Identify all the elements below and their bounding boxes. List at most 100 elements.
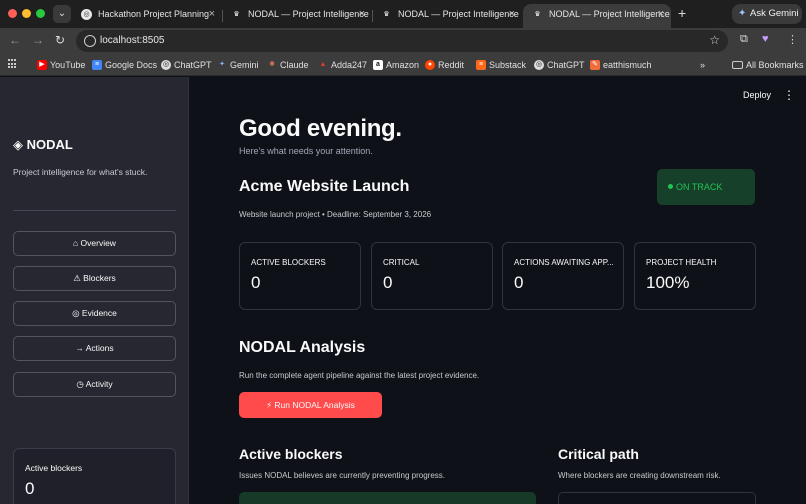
- app-viewport: ◈ NODAL Project intelligence for what's …: [0, 77, 806, 504]
- bookmark-adda247[interactable]: ▲ Adda247: [318, 54, 368, 76]
- bookmark-substack[interactable]: ≡ Substack: [476, 54, 526, 76]
- bookmark-label: Gemini: [230, 60, 259, 70]
- gemini-icon: ✦: [738, 8, 747, 19]
- kpi-card-actions-awaiting: ACTIONS AWAITING APP... 0: [502, 242, 624, 310]
- bookmark-label: All Bookmarks: [746, 60, 804, 70]
- back-arrow-icon[interactable]: ←: [9, 33, 21, 47]
- bookmark-google-docs[interactable]: ≡ Google Docs: [92, 54, 157, 76]
- adda-icon: ▲: [319, 61, 327, 68]
- sidebar-divider: [13, 210, 176, 211]
- page-title: Good evening.: [239, 115, 402, 142]
- active-blockers-title: Active blockers: [239, 446, 343, 462]
- browser-tab-bar: ⌄ ◎ Hackathon Project Planning × ♛ NODAL…: [0, 0, 806, 28]
- docs-icon: ≡: [92, 60, 102, 70]
- claude-icon: ✺: [269, 61, 275, 68]
- minimize-window-button[interactable]: [22, 9, 31, 18]
- status-label: ON TRACK: [676, 182, 723, 192]
- bookmark-star-icon[interactable]: ☆: [709, 33, 720, 47]
- more-bookmarks-chevron-icon[interactable]: »: [700, 54, 705, 76]
- ask-gemini-label: Ask Gemini: [750, 8, 799, 19]
- browser-menu-icon[interactable]: ⋮: [787, 33, 798, 46]
- page-subtitle: Here's what needs your attention.: [239, 146, 373, 156]
- browser-tab[interactable]: ♛ NODAL — Project Intelligence ×: [222, 4, 372, 28]
- brand-name: NODAL: [26, 137, 73, 152]
- all-bookmarks-folder[interactable]: All Bookmarks: [732, 54, 804, 76]
- chatgpt-icon: ◎: [161, 60, 171, 70]
- metric-value: 0: [25, 479, 35, 498]
- kpi-value: 0: [251, 273, 261, 292]
- site-info-icon[interactable]: [84, 35, 96, 47]
- bookmark-gemini[interactable]: ✦ Gemini: [217, 54, 259, 76]
- brand-logo: ◈ NODAL: [13, 137, 73, 153]
- amazon-icon: a: [373, 60, 383, 70]
- sidebar-item-evidence[interactable]: ◎ Evidence: [13, 301, 176, 326]
- kpi-value: 0: [514, 273, 524, 292]
- tab-search-button[interactable]: ⌄: [53, 5, 71, 23]
- bookmark-claude[interactable]: ✺ Claude: [267, 54, 309, 76]
- browser-tab[interactable]: ♛ NODAL — Project Intelligence ×: [372, 4, 522, 28]
- browser-toolbar: ← → ↻ localhost:8505 ☆ ⧉ ♥ ⋮: [0, 28, 806, 54]
- kpi-card-project-health: PROJECT HEALTH 100%: [634, 242, 756, 310]
- close-tab-icon[interactable]: ×: [359, 4, 365, 24]
- diamond-icon: ◈: [13, 137, 23, 152]
- bookmark-label: ChatGPT: [547, 60, 585, 70]
- bookmark-amazon[interactable]: a Amazon: [373, 54, 419, 76]
- tab-title: NODAL — Project Intelligence: [549, 9, 670, 19]
- sidebar-item-overview[interactable]: ⌂ Overview: [13, 231, 176, 256]
- crown-icon: ♛: [233, 11, 240, 18]
- bookmark-chatgpt[interactable]: ◎ ChatGPT: [161, 54, 212, 76]
- forward-arrow-icon[interactable]: →: [32, 33, 44, 47]
- kpi-card-critical: CRITICAL 0: [371, 242, 493, 310]
- brand-tagline: Project intelligence for what's stuck.: [13, 167, 148, 177]
- reload-icon[interactable]: ↻: [55, 33, 65, 47]
- bookmark-label: eatthismuch: [603, 60, 652, 70]
- address-bar[interactable]: localhost:8505 ☆: [76, 30, 728, 52]
- kpi-label: CRITICAL: [383, 258, 420, 267]
- crown-icon: ♛: [534, 11, 541, 18]
- metric-label: Active blockers: [25, 463, 83, 473]
- browser-tab[interactable]: ◎ Hackathon Project Planning ×: [72, 4, 222, 28]
- tab-title: NODAL — Project Intelligence: [398, 9, 519, 19]
- bookmark-label: Amazon: [386, 60, 420, 70]
- ask-gemini-button[interactable]: ✦ Ask Gemini: [732, 4, 802, 24]
- critical-path-panel: [558, 492, 756, 504]
- new-tab-button[interactable]: +: [678, 5, 686, 21]
- status-dot-icon: [668, 184, 673, 190]
- extension-icon[interactable]: ⧉: [740, 33, 748, 46]
- chatgpt-icon: ◎: [81, 9, 92, 20]
- run-analysis-button[interactable]: ⚡ Run NODAL Analysis: [239, 392, 382, 418]
- bookmark-label: Google Docs: [105, 60, 158, 70]
- browser-tab-active[interactable]: ♛ NODAL — Project Intelligence ×: [523, 4, 671, 28]
- youtube-icon: ▶: [37, 60, 47, 70]
- bookmark-label: Reddit: [438, 60, 465, 70]
- critical-path-title: Critical path: [558, 446, 639, 462]
- bookmarks-bar: ▶ YouTube ≡ Google Docs ◎ ChatGPT ✦ Gemini ✺…: [0, 54, 806, 76]
- bookmark-chatgpt-2[interactable]: ◎ ChatGPT: [534, 54, 585, 76]
- close-tab-icon[interactable]: ×: [209, 4, 215, 24]
- url-text[interactable]: localhost:8505: [100, 30, 165, 52]
- close-window-button[interactable]: [8, 9, 17, 18]
- more-menu-icon[interactable]: ⋮: [783, 88, 795, 102]
- chatgpt-icon: ◎: [534, 60, 544, 70]
- sidebar-item-blockers[interactable]: ⚠ Blockers: [13, 266, 176, 291]
- folder-icon: [732, 61, 743, 69]
- bookmark-label: Adda247: [331, 60, 368, 70]
- tab-title: Hackathon Project Planning: [98, 9, 210, 19]
- sidebar-metric-card: Active blockers 0: [13, 448, 176, 504]
- bookmark-reddit[interactable]: ● Reddit: [425, 54, 464, 76]
- gemini-icon: ✦: [219, 61, 225, 68]
- apps-grid-icon[interactable]: [8, 59, 18, 69]
- sidebar-item-activity[interactable]: ◷ Activity: [13, 372, 176, 397]
- sidebar: ◈ NODAL Project intelligence for what's …: [0, 77, 189, 504]
- maximize-window-button[interactable]: [36, 9, 45, 18]
- bookmark-youtube[interactable]: ▶ YouTube: [37, 54, 85, 76]
- project-name: Acme Website Launch: [239, 178, 410, 195]
- bookmark-eatthismuch[interactable]: ✎ eatthismuch: [590, 54, 652, 76]
- bookmark-label: Claude: [280, 60, 309, 70]
- deploy-button[interactable]: Deploy: [743, 90, 771, 100]
- close-tab-icon[interactable]: ×: [658, 4, 664, 24]
- tab-title: NODAL — Project Intelligence: [248, 9, 369, 19]
- close-tab-icon[interactable]: ×: [509, 4, 515, 24]
- profile-icon[interactable]: ♥: [762, 33, 769, 45]
- sidebar-item-actions[interactable]: → Actions: [13, 336, 176, 361]
